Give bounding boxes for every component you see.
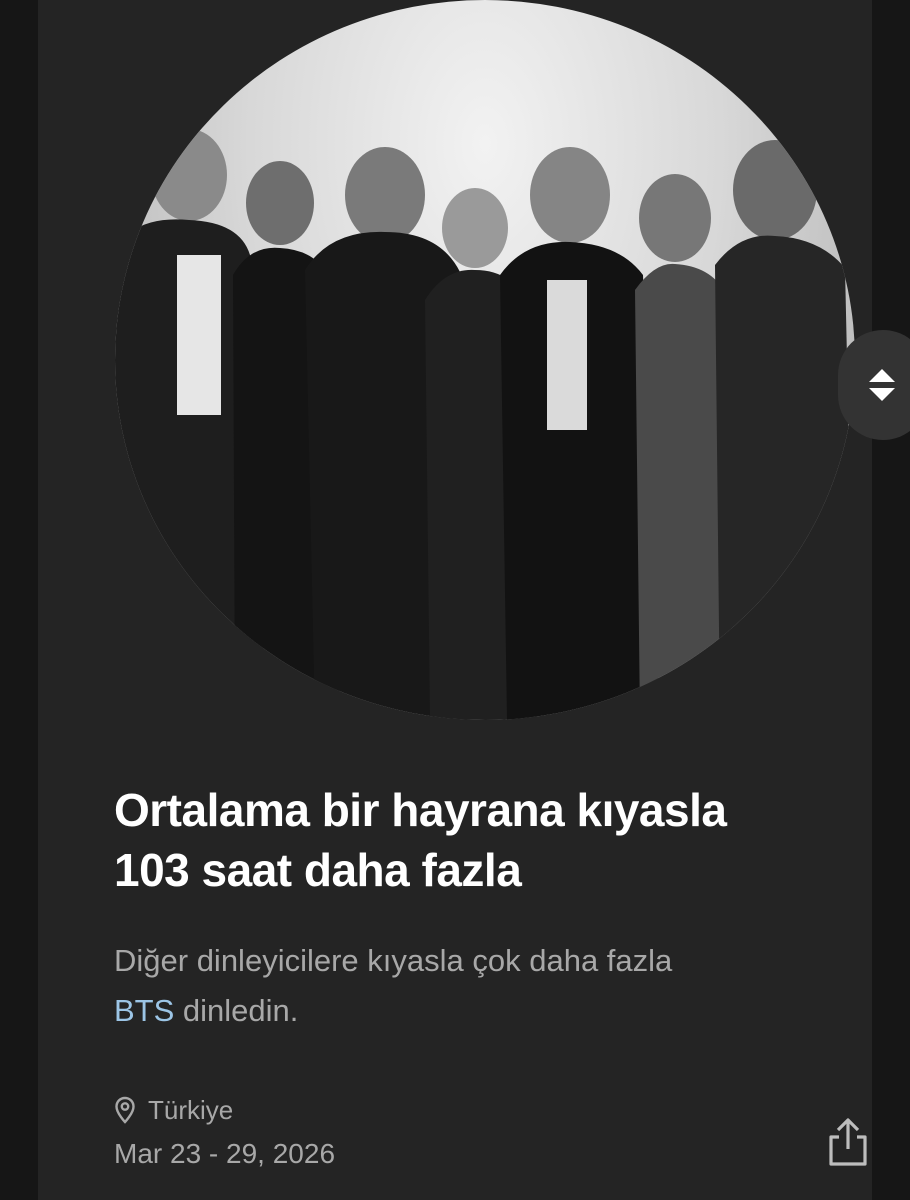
location-pin-icon: [115, 1096, 135, 1124]
group-photo-illustration: [115, 129, 855, 720]
headline: Ortalama bir hayrana kıyasla 103 saat da…: [114, 780, 874, 900]
headline-line-2: 103 saat daha fazla: [114, 844, 522, 896]
scroll-handle[interactable]: [838, 330, 910, 440]
date-range: Mar 23 - 29, 2026: [114, 1138, 336, 1169]
up-down-arrows-icon: [869, 369, 895, 401]
artist-link[interactable]: BTS: [114, 993, 174, 1028]
share-icon: [829, 1118, 867, 1166]
artist-photo: [115, 0, 855, 720]
insight-card: Ortalama bir hayrana kıyasla 103 saat da…: [38, 0, 872, 1200]
listening-comparison-text: Diğer dinleyicilere kıyasla çok daha faz…: [114, 936, 874, 1036]
location-label: Türkiye: [148, 1094, 234, 1125]
headline-line-1: Ortalama bir hayrana kıyasla: [114, 784, 727, 836]
location: Türkiye: [114, 1092, 233, 1128]
subtext-before: Diğer dinleyicilere kıyasla çok daha faz…: [114, 943, 673, 978]
share-button[interactable]: [820, 1112, 876, 1172]
subtext-after: dinledin.: [174, 993, 299, 1028]
page: Ortalama bir hayrana kıyasla 103 saat da…: [0, 0, 910, 1200]
